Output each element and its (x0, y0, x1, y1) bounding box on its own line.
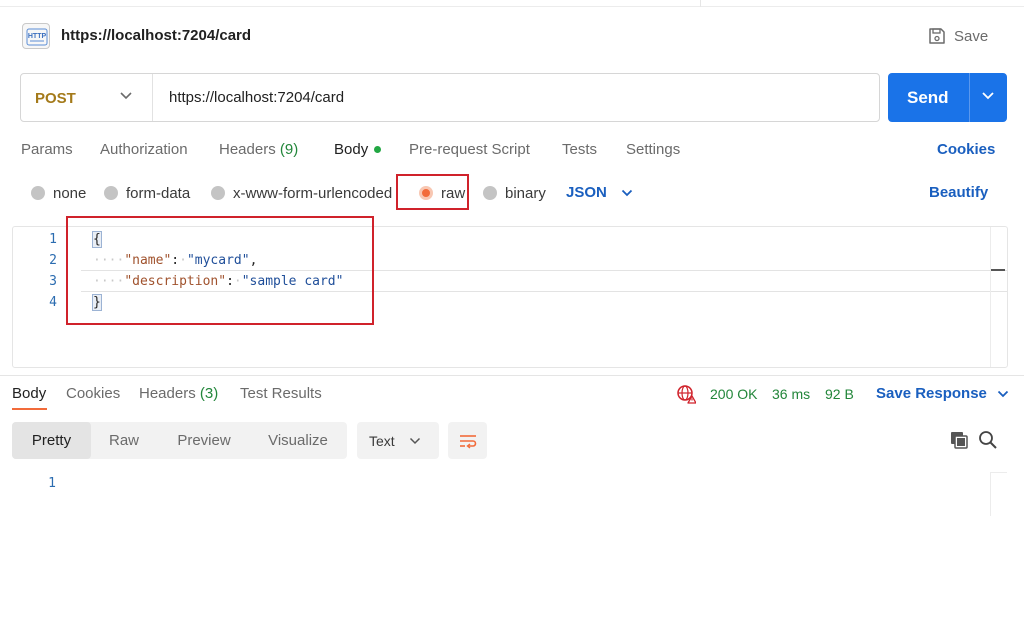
annotation-highlight-body (66, 216, 374, 325)
method-label: POST (35, 90, 76, 107)
line-number: 1 (49, 232, 57, 247)
wrap-lines-icon (459, 434, 476, 449)
response-view-toggle: Pretty Raw Preview Visualize (12, 422, 347, 459)
radio-none-label: none (53, 184, 87, 202)
response-tab-test-results[interactable]: Test Results (240, 385, 322, 402)
radio-binary[interactable]: binary (483, 184, 546, 202)
send-options-chevron-icon[interactable] (981, 91, 995, 101)
tab-body-label: Body (334, 141, 369, 158)
radio-raw-label: raw (441, 184, 466, 202)
radio-dot (104, 186, 118, 200)
cookies-link[interactable]: Cookies (937, 141, 995, 158)
send-button[interactable]: Send (888, 73, 1007, 122)
response-scrollbar[interactable] (990, 472, 1007, 516)
response-headers-count: (3) (199, 385, 219, 402)
tab-headers-label: Headers (219, 141, 276, 158)
chevron-down-icon (120, 92, 132, 100)
response-time: 36 ms (772, 386, 811, 402)
headers-count: (9) (279, 141, 299, 158)
response-line-number: 1 (48, 476, 56, 491)
chevron-down-icon (409, 437, 420, 444)
search-icon[interactable] (978, 430, 998, 455)
request-title: https://localhost:7204/card (61, 27, 252, 44)
tab-tests[interactable]: Tests (562, 141, 597, 158)
view-visualize[interactable]: Visualize (251, 422, 345, 459)
response-tab-cookies[interactable]: Cookies (66, 385, 120, 402)
url-input[interactable]: https://localhost:7204/card (169, 89, 344, 106)
top-divider (0, 0, 1024, 7)
editor-scrollbar[interactable] (990, 227, 1007, 367)
radio-dot (211, 186, 225, 200)
body-indicator-dot (374, 145, 382, 153)
radio-urlencoded-label: x-www-form-urlencoded (233, 185, 393, 201)
response-tab-body[interactable]: Body (12, 385, 46, 402)
response-size: 92 B (825, 386, 854, 402)
radio-binary-label: binary (505, 184, 546, 202)
active-tab-underline (12, 408, 47, 410)
tab-settings[interactable]: Settings (626, 141, 680, 158)
tab-authorization[interactable]: Authorization (100, 141, 188, 158)
radio-none[interactable]: none (31, 184, 87, 202)
view-raw[interactable]: Raw (91, 422, 157, 459)
wrap-lines-button[interactable] (448, 422, 487, 459)
radio-urlencoded[interactable]: x-www-form-urlencoded (211, 185, 399, 201)
radio-form-data-label: form-data (126, 184, 191, 202)
save-label: Save (954, 27, 989, 45)
svg-text:HTTP: HTTP (28, 33, 47, 40)
tab-body[interactable]: Body (334, 141, 382, 158)
url-bar: POST https://localhost:7204/card (20, 73, 880, 122)
format-label: JSON (566, 184, 607, 201)
chevron-down-icon (997, 390, 1009, 397)
radio-dot (483, 186, 497, 200)
radio-form-data[interactable]: form-data (104, 184, 191, 202)
network-globe-icon[interactable] (676, 384, 697, 409)
view-preview[interactable]: Preview (157, 422, 251, 459)
save-icon (929, 28, 945, 44)
radio-dot (31, 186, 45, 200)
chevron-down-icon (621, 189, 632, 196)
beautify-link[interactable]: Beautify (929, 184, 988, 201)
save-response-label: Save Response (876, 385, 987, 402)
response-format-label: Text (369, 432, 395, 449)
save-response-button[interactable]: Save Response (876, 385, 1009, 402)
send-label: Send (907, 88, 949, 107)
line-number: 4 (49, 295, 57, 310)
response-format-select[interactable]: Text (357, 422, 439, 459)
method-select[interactable]: POST (21, 74, 153, 121)
tab-params[interactable]: Params (21, 141, 73, 158)
view-pretty[interactable]: Pretty (12, 422, 91, 459)
save-button[interactable]: Save (928, 25, 988, 47)
tab-prerequest-script[interactable]: Pre-request Script (409, 141, 530, 158)
radio-raw[interactable]: raw (419, 184, 466, 202)
response-tab-headers-label: Headers (139, 385, 196, 402)
line-number: 3 (49, 274, 57, 289)
copy-icon[interactable] (949, 430, 969, 455)
line-number: 2 (49, 253, 57, 268)
tab-headers[interactable]: Headers (9) (219, 141, 298, 158)
section-divider (0, 375, 1024, 376)
http-file-icon: HTTP (22, 23, 50, 49)
radio-dot-selected (419, 186, 433, 200)
response-tab-headers[interactable]: Headers (3) (139, 385, 218, 402)
response-status-code: 200 OK (710, 386, 758, 402)
format-select[interactable]: JSON (566, 184, 633, 201)
